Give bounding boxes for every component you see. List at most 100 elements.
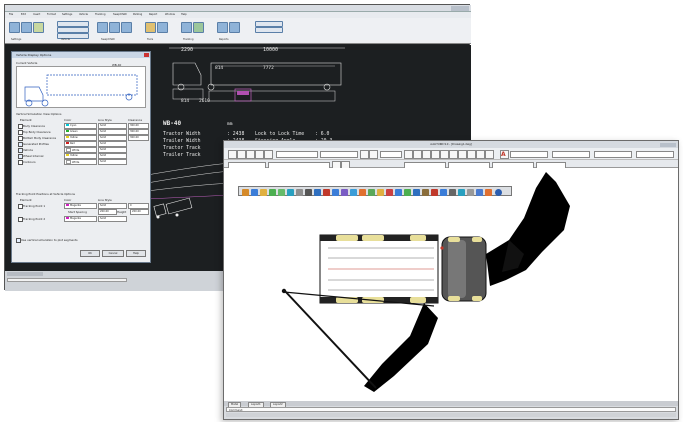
ribbon-arc-icon[interactable] <box>97 22 108 33</box>
design-center-icon[interactable] <box>440 150 449 159</box>
ok-button[interactable]: OK <box>80 250 100 257</box>
menu-tab-file[interactable]: File <box>9 13 13 16</box>
help-icon[interactable] <box>485 150 494 159</box>
ribbon-option-e[interactable] <box>255 27 283 33</box>
markup-icon[interactable] <box>467 150 476 159</box>
edit-path-icon[interactable] <box>332 188 339 196</box>
measure-icon[interactable] <box>458 188 465 196</box>
ribbon-vehicle-icon[interactable] <box>21 22 32 33</box>
print-icon[interactable] <box>255 150 264 159</box>
redo-icon[interactable] <box>369 150 378 159</box>
menu-tab-window[interactable]: Window <box>165 13 175 16</box>
layer-icon[interactable] <box>404 188 411 196</box>
new-icon[interactable] <box>228 150 237 159</box>
cancel-button[interactable]: Cancel <box>102 250 124 257</box>
tp-color-select[interactable]: Magenta <box>64 216 97 222</box>
ribbon-tracking-icon[interactable] <box>181 22 192 33</box>
back-command-line[interactable] <box>7 278 127 282</box>
delete-icon[interactable] <box>386 188 393 196</box>
arc-path-icon[interactable] <box>251 188 258 196</box>
park-icon[interactable] <box>368 188 375 196</box>
row-style-select[interactable]: Solid <box>98 159 127 165</box>
open-icon[interactable] <box>237 150 246 159</box>
ribbon-profile-icon[interactable] <box>157 22 168 33</box>
tool-palette-icon[interactable] <box>449 150 458 159</box>
pan-icon[interactable] <box>404 150 413 159</box>
ribbon-path-icon[interactable] <box>109 22 120 33</box>
tp-color-select[interactable]: Magenta <box>64 203 97 209</box>
preview-icon[interactable] <box>264 150 273 159</box>
properties-icon[interactable] <box>431 150 440 159</box>
save-icon[interactable] <box>246 150 255 159</box>
ribbon-report-icon[interactable] <box>217 22 228 33</box>
follow-path-icon[interactable] <box>278 188 285 196</box>
help-circle-icon[interactable] <box>476 188 483 196</box>
units-label: mm <box>227 122 233 127</box>
wheel-icon[interactable] <box>305 188 312 196</box>
menu-tab-insert[interactable]: Insert <box>33 13 40 16</box>
about-icon[interactable] <box>485 188 492 196</box>
workspace-dropdown[interactable] <box>276 151 318 158</box>
options-icon[interactable] <box>467 188 474 196</box>
vehicle-library-icon[interactable] <box>242 188 249 196</box>
roundabout-icon[interactable] <box>296 188 303 196</box>
reverse-path-icon[interactable] <box>287 188 294 196</box>
spline-path-icon[interactable] <box>269 188 276 196</box>
ribbon-tools-icon[interactable] <box>145 22 156 33</box>
menu-tab-tracking[interactable]: Tracking <box>95 13 105 16</box>
report-icon[interactable] <box>377 188 384 196</box>
table-style-dropdown[interactable] <box>594 151 632 158</box>
settings-icon[interactable] <box>395 188 402 196</box>
calculator-icon[interactable] <box>476 150 485 159</box>
animate-icon[interactable] <box>350 188 357 196</box>
menu-tab-swept[interactable]: Swept Path <box>113 13 127 16</box>
ribbon-edit-icon[interactable] <box>121 22 132 33</box>
profile-icon[interactable] <box>359 188 366 196</box>
info-icon[interactable] <box>440 188 447 196</box>
menu-tab-settings[interactable]: Settings <box>62 13 72 16</box>
globe-icon[interactable] <box>495 188 502 196</box>
ribbon-library-icon[interactable] <box>33 22 44 33</box>
clearance-icon[interactable] <box>341 188 348 196</box>
ribbon-animate-icon[interactable] <box>193 22 204 33</box>
zoom-window-icon[interactable] <box>422 150 431 159</box>
col-element: Element <box>20 118 32 122</box>
height-input[interactable]: 200.00 <box>130 209 149 215</box>
sheet-set-icon[interactable] <box>458 150 467 159</box>
3d-view-icon[interactable] <box>422 188 429 196</box>
stop-icon[interactable] <box>323 188 330 196</box>
tp-style-select[interactable]: Solid <box>98 216 127 222</box>
layer-dropdown[interactable] <box>320 151 358 158</box>
window-controls[interactable] <box>451 6 469 11</box>
back-layout-tabs[interactable] <box>7 272 43 276</box>
row-color-select[interactable]: White <box>64 159 97 165</box>
oversteer-icon[interactable] <box>260 188 267 196</box>
menu-tab-help[interactable]: Help <box>181 13 187 16</box>
menu-tab-report[interactable]: Report <box>149 13 157 16</box>
record-icon[interactable] <box>431 188 438 196</box>
menu-tab-edit[interactable]: Edit <box>21 13 26 16</box>
ribbon-settings-icon[interactable] <box>9 22 20 33</box>
row-clearance-input[interactable]: 300.00 <box>128 135 149 141</box>
tools-icon[interactable] <box>449 188 456 196</box>
ribbon-print-icon[interactable] <box>229 22 240 33</box>
steering-icon[interactable] <box>314 188 321 196</box>
menu-tab-vehicle[interactable]: Vehicle <box>79 13 88 16</box>
text-style-icon[interactable]: A <box>500 150 509 159</box>
text-style-dropdown[interactable] <box>510 151 548 158</box>
dim-style-dropdown[interactable] <box>552 151 590 158</box>
spec-label: Tractor Track <box>163 145 201 151</box>
command-line[interactable]: Command: <box>226 407 676 412</box>
start-spacing-input[interactable]: 200.00 <box>98 209 117 215</box>
zoom-dropdown[interactable] <box>380 151 402 158</box>
help-button[interactable]: Help <box>126 250 146 257</box>
front-drawing-area[interactable] <box>224 168 678 401</box>
undo-icon[interactable] <box>360 150 369 159</box>
export-icon[interactable] <box>413 188 420 196</box>
front-window-controls[interactable] <box>660 142 676 147</box>
multileader-style-dropdown[interactable] <box>636 151 674 158</box>
menu-tab-format[interactable]: Format <box>47 13 56 16</box>
menu-tab-parking[interactable]: Parking <box>133 13 142 16</box>
zoom-icon[interactable] <box>413 150 422 159</box>
close-icon[interactable] <box>144 53 149 57</box>
